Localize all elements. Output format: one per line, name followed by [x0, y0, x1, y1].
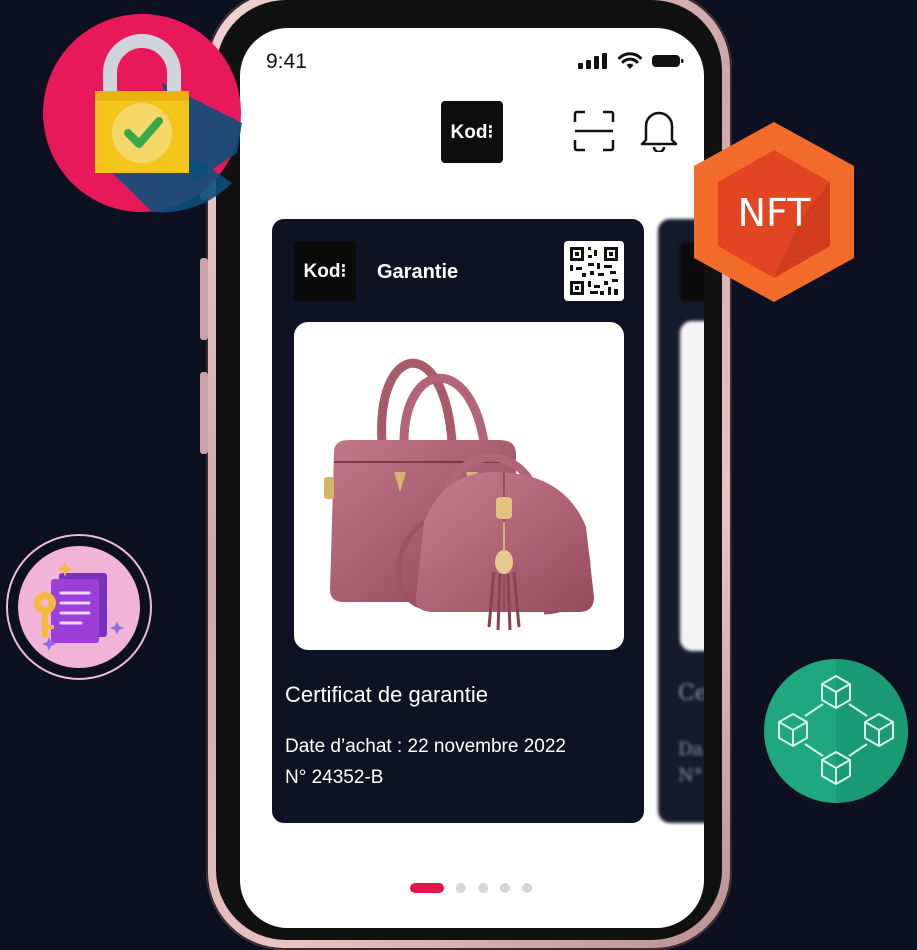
status-time: 9:41: [266, 50, 307, 73]
status-icons: [578, 52, 684, 70]
pagination-dot[interactable]: [456, 883, 466, 893]
product-image: [294, 322, 624, 650]
warranty-card[interactable]: Kod⁝ Garantie Certificat de garantie Dat…: [272, 219, 644, 823]
certificate-title: Certificat de garantie: [285, 682, 488, 707]
ghost-image: [680, 321, 704, 651]
pagination-dot-active[interactable]: [410, 883, 444, 893]
kod-logo[interactable]: Kod⁝: [441, 101, 503, 163]
blockchain-icon: [764, 659, 908, 803]
pagination-dots: [410, 883, 532, 893]
nft-hexagon-icon: NFT: [694, 122, 854, 302]
ghost-line-2: N°: [678, 765, 703, 786]
next-card-preview[interactable]: Ce Da N°: [658, 219, 704, 823]
wifi-icon: [618, 52, 642, 69]
card-kod-logo: Kod⁝: [294, 241, 356, 301]
qr-code-icon[interactable]: [564, 241, 624, 301]
purchase-date: Date d’achat : 22 novembre 2022: [285, 736, 566, 757]
signal-icon: [578, 53, 607, 69]
ghost-line-1: Da: [678, 739, 704, 760]
volume-up-button: [200, 258, 208, 340]
bell-icon[interactable]: [640, 108, 678, 152]
scan-icon[interactable]: [573, 110, 615, 152]
card-label: Garantie: [377, 261, 459, 283]
handbag-illustration: [324, 358, 594, 631]
nft-label: NFT: [738, 191, 812, 235]
battery-icon: [652, 55, 684, 67]
volume-down-button: [200, 372, 208, 454]
pagination-dot[interactable]: [522, 883, 532, 893]
ghost-title: Ce: [678, 681, 704, 706]
secure-lock-icon: [43, 14, 242, 213]
certificate-number: N° 24352-B: [285, 767, 384, 788]
document-key-icon: [6, 534, 152, 680]
pagination-dot[interactable]: [478, 883, 488, 893]
phone-screen: 9:41 Kod⁝ Ce Da N° Kod⁝ Garantie Certifi…: [240, 28, 704, 928]
pagination-dot[interactable]: [500, 883, 510, 893]
